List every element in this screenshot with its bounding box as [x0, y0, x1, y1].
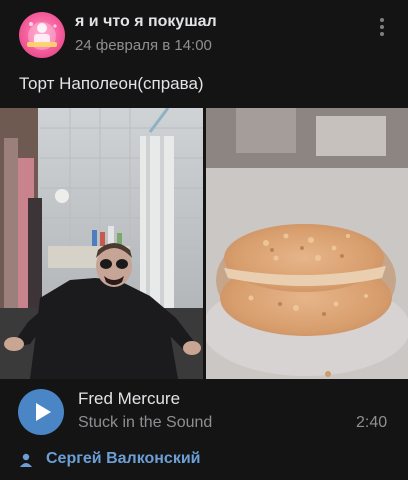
track-title[interactable]: Stuck in the Sound [78, 414, 212, 432]
track-duration: 2:40 [356, 414, 388, 431]
play-button[interactable] [18, 389, 64, 435]
wall-post: я и что я покушал 24 февраля в 14:00 Тор… [0, 0, 408, 480]
audio-attachment[interactable]: Fred Mercure Stuck in the Sound 2:40 [0, 383, 408, 443]
track-artist[interactable]: Fred Mercure [78, 389, 180, 409]
group-name[interactable]: я и что я покушал [75, 13, 217, 31]
play-icon [36, 403, 51, 421]
post-date[interactable]: 24 февраля в 14:00 [75, 37, 212, 54]
author-name[interactable]: Сергей Валконский [46, 450, 201, 468]
post-text: Торт Наполеон(справа) [19, 74, 204, 93]
more-vertical-icon[interactable] [377, 16, 387, 38]
avatar-logo-icon [27, 22, 57, 50]
post-header: я и что я покушал 24 февраля в 14:00 [0, 0, 408, 64]
group-avatar[interactable] [19, 12, 65, 58]
photo-attachment-person[interactable] [0, 108, 203, 379]
person-icon [18, 452, 34, 468]
photo-attachment-cake[interactable] [206, 108, 408, 379]
